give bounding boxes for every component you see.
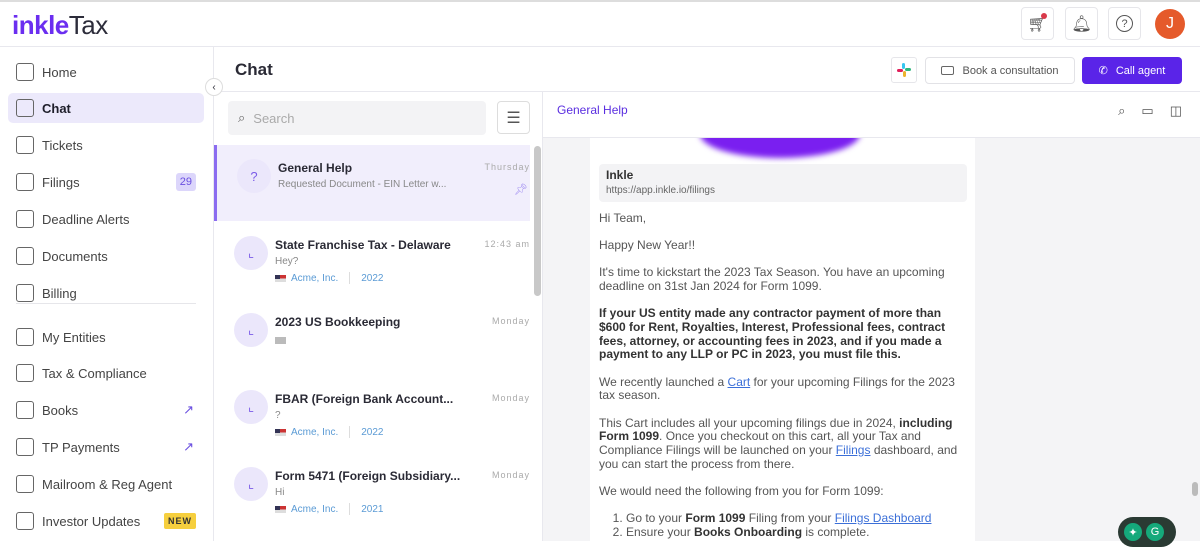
- us-flag-icon: [275, 428, 286, 436]
- sidebar-item-tickets[interactable]: Tickets: [8, 130, 204, 160]
- filings-icon: [16, 173, 34, 191]
- bell-icon: 🔔︎: [1071, 15, 1092, 33]
- filing-icon: ⌞: [234, 236, 268, 270]
- filings-dashboard-link[interactable]: Filings Dashboard: [835, 511, 932, 525]
- sidebar-item-books[interactable]: Books ↗: [8, 395, 204, 425]
- transfer-icon: [16, 438, 34, 456]
- new-badge: NEW: [164, 513, 196, 529]
- cart-link[interactable]: Cart: [728, 375, 751, 389]
- search-icon: ⌕: [238, 110, 246, 125]
- avatar[interactable]: J: [1155, 9, 1185, 39]
- sidebar-item-my-entities[interactable]: My Entities: [8, 322, 204, 352]
- top-bar: inkleTax 🛒︎ 🔔︎ ? J: [0, 0, 1200, 47]
- sidebar-item-chat[interactable]: Chat: [8, 93, 204, 123]
- home-icon: [16, 63, 34, 81]
- book-icon: [16, 401, 34, 419]
- sidebar-item-mailroom-reg-agent[interactable]: Mailroom & Reg Agent: [8, 469, 204, 499]
- building-icon: [16, 328, 34, 346]
- filing-icon: ⌞: [234, 313, 268, 347]
- count-badge: 29: [175, 173, 196, 191]
- chat-detail-header: General Help ⌕ ▭ ◫: [543, 92, 1200, 138]
- billing-icon: [16, 284, 34, 302]
- search-icon[interactable]: ⌕: [1118, 103, 1125, 119]
- book-consultation-button[interactable]: Book a consultation: [925, 57, 1075, 84]
- documents-icon: [16, 364, 34, 382]
- cart-button[interactable]: 🛒︎: [1021, 7, 1054, 40]
- grammarly-icon: G: [1146, 523, 1164, 541]
- help-button[interactable]: ?: [1108, 7, 1141, 40]
- chat-list-pane: ⌕ Search ☰ ? General Help Thursday Request…: [214, 92, 543, 541]
- external-link-icon: ↗: [183, 402, 194, 417]
- us-flag-icon: [275, 274, 286, 282]
- external-link-icon: ↗: [183, 439, 194, 454]
- chat-icon: [16, 99, 34, 117]
- chat-list-item[interactable]: ⌞ 2023 US Bookkeeping Monday: [214, 299, 530, 375]
- sidebar-item-tax-compliance[interactable]: Tax & Compliance: [8, 358, 204, 388]
- collapse-sidebar-button[interactable]: ‹: [205, 78, 223, 96]
- message-icon: [275, 337, 286, 344]
- chat-list-item[interactable]: ⌞ State Franchise Tax - Delaware 12:43 a…: [214, 222, 530, 298]
- sidebar: Home Chat Tickets Filings 29 Deadline Alerts D…: [0, 47, 214, 541]
- mailbox-icon: [16, 475, 34, 493]
- chat-detail: General Help ⌕ ▭ ◫ Inkle https://app.inkl…: [543, 92, 1200, 541]
- us-flag-icon: [275, 505, 286, 513]
- sidebar-divider: [16, 303, 196, 304]
- help-icon: ?: [237, 159, 271, 193]
- sidebar-item-deadline-alerts[interactable]: Deadline Alerts: [8, 204, 204, 234]
- sparkle-icon: ✦: [1124, 523, 1142, 541]
- filter-icon: ☰: [506, 109, 521, 127]
- filings-link[interactable]: Filings: [836, 443, 871, 457]
- video-icon: [941, 66, 955, 75]
- slack-button[interactable]: [891, 57, 917, 83]
- search-input[interactable]: ⌕ Search: [228, 101, 486, 135]
- sidebar-item-documents[interactable]: Documents: [8, 241, 204, 271]
- notifications-button[interactable]: 🔔︎: [1065, 7, 1098, 40]
- grammarly-widget[interactable]: ✦ G: [1118, 517, 1176, 547]
- sidebar-item-investor-updates[interactable]: Investor Updates NEW: [8, 506, 204, 536]
- logo[interactable]: inkleTax: [12, 10, 108, 41]
- notification-dot: [1041, 13, 1047, 19]
- filter-button[interactable]: ☰: [497, 101, 530, 134]
- pin-icon[interactable]: 📌︎: [514, 183, 528, 196]
- folder-icon: [16, 247, 34, 265]
- chat-list-item[interactable]: ? General Help Thursday Requested Documen…: [214, 145, 530, 221]
- sidebar-item-home[interactable]: Home: [8, 57, 204, 87]
- detail-scrollbar[interactable]: [1192, 482, 1198, 496]
- channel-title: General Help: [557, 103, 628, 117]
- filing-icon: ⌞: [234, 467, 268, 501]
- sidebar-item-filings[interactable]: Filings 29: [8, 167, 204, 197]
- ticket-icon: [16, 136, 34, 154]
- sidebar-item-tp-payments[interactable]: TP Payments ↗: [8, 432, 204, 462]
- chat-header: Chat Book a consultation ✆ Call agent: [214, 47, 1200, 92]
- call-agent-button[interactable]: ✆ Call agent: [1082, 57, 1182, 84]
- folder-icon[interactable]: ▭: [1141, 103, 1153, 119]
- presentation-icon: [16, 512, 34, 530]
- message-image: [700, 138, 860, 158]
- side-panel-icon[interactable]: ◫: [1170, 103, 1182, 119]
- phone-icon: ✆: [1098, 65, 1108, 77]
- page-title: Chat: [235, 60, 273, 79]
- chat-list-scrollbar[interactable]: [534, 146, 541, 296]
- chat-list-item[interactable]: ⌞ Form 5471 (Foreign Subsidiary... Monda…: [214, 453, 530, 529]
- help-icon: ?: [1116, 15, 1133, 32]
- calendar-icon: [16, 210, 34, 228]
- filing-icon: ⌞: [234, 390, 268, 424]
- link-preview[interactable]: Inkle https://app.inkle.io/filings: [599, 164, 967, 202]
- slack-icon: [897, 63, 911, 77]
- chat-list-item[interactable]: ⌞ FBAR (Foreign Bank Account... Monday? A…: [214, 376, 530, 452]
- message-card: Inkle https://app.inkle.io/filings Hi Tea…: [590, 138, 975, 541]
- message-body: Hi Team, Happy New Year!! It's time to k…: [599, 211, 969, 539]
